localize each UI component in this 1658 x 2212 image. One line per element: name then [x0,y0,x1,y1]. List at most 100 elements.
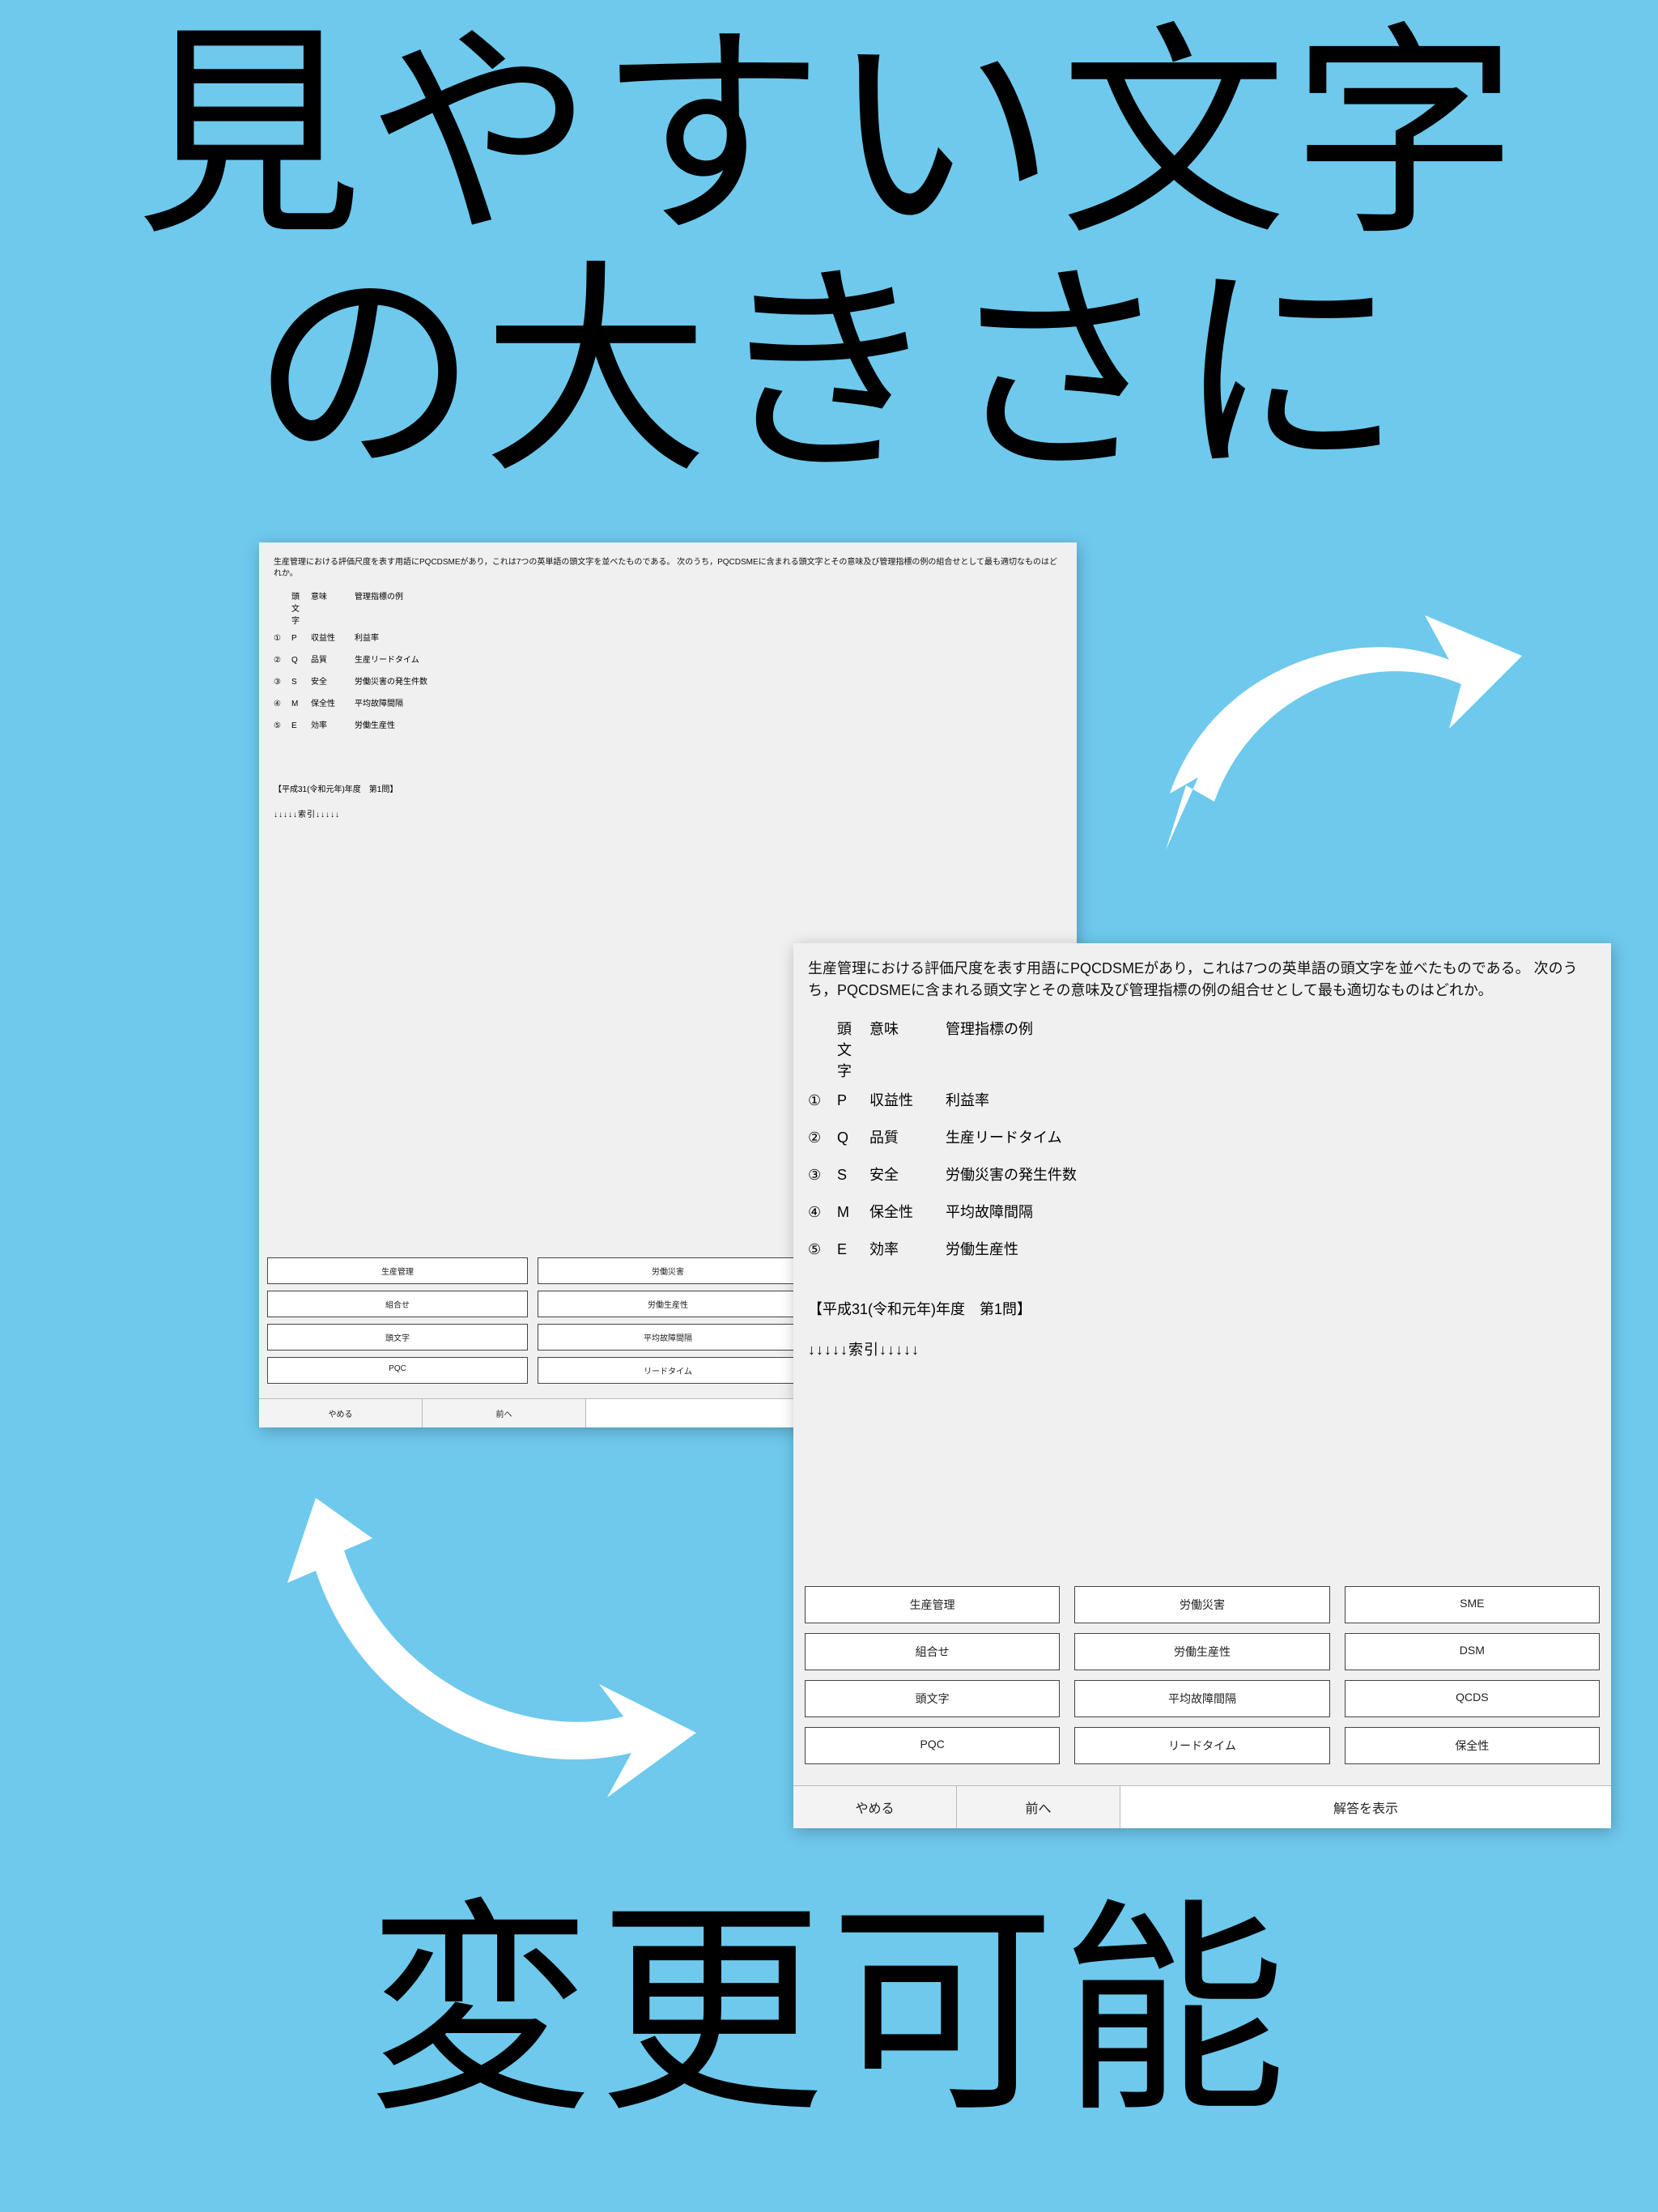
year-label: 【平成31(令和元年)年度 第1問】 [808,1298,1596,1319]
option-num: ② [808,1129,826,1146]
option-row: ②Q 品質生産リードタイム [808,1126,1596,1147]
question-text: 生産管理における評価尺度を表す用語にPQCDSMEがあり，これは7つの英単語の頭… [808,958,1596,1002]
option-letter: S [291,678,303,687]
quit-button[interactable]: やめる [259,1399,423,1427]
option-table: 頭文字 意味 管理指標の例 ①P収益性利益率②Q品質生産リードタイム③S安全労働… [808,1018,1596,1259]
answer-cell[interactable]: SME [1345,1586,1600,1623]
option-letter: E [837,1241,858,1258]
answer-cell[interactable]: DSM [1345,1633,1600,1670]
answer-cell[interactable]: 頭文字 [805,1680,1060,1717]
answer-grid: 生産管理労働災害 SME 組合せ労働生産性 DSM 頭文字平均故障間隔 QCDS PQC リー… [793,1586,1611,1785]
option-row: ②Q 品質生産リードタイム [274,653,1062,665]
answer-cell[interactable]: 生産管理 [805,1586,1060,1623]
headline-top-line2: の大きさに [251,247,1407,500]
option-row: ①P収益性利益率 [274,631,1062,643]
answer-row: 頭文字平均故障間隔 QCDS [805,1680,1600,1717]
option-example: 生産リードタイム [355,653,1062,665]
option-row: ④M保全性平均故障間隔 [808,1201,1596,1222]
prev-button[interactable]: 前へ [423,1399,586,1427]
header-letter: 頭文字 [837,1018,858,1081]
option-example: 平均故障間隔 [946,1201,1596,1222]
answer-cell[interactable]: 頭文字 [267,1324,528,1351]
question-area: 生産管理における評価尺度を表す用語にPQCDSMEがあり，これは7つの英単語の頭… [793,943,1611,1586]
answer-cell[interactable]: 生産管理 [267,1257,528,1284]
option-letter: Q [837,1129,858,1146]
answer-cell[interactable]: リードタイム [1074,1727,1329,1764]
option-num: ④ [808,1204,826,1221]
answer-cell[interactable]: 平均故障間隔 [1074,1680,1329,1717]
option-example: 利益率 [355,631,1062,643]
option-row: ③S 安全労働災害の発生件数 [808,1163,1596,1185]
answer-row: 生産管理労働災害 SME [805,1586,1600,1623]
option-meaning: 効率 [869,1238,934,1259]
option-letter: P [837,1092,858,1109]
option-row: ④M保全性平均故障間隔 [274,696,1062,708]
answer-cell[interactable]: 労働生産性 [538,1291,798,1317]
header-meaning: 意味 [311,589,346,602]
answer-cell[interactable]: QCDS [1345,1680,1600,1717]
option-num: ① [808,1092,826,1109]
header-example: 管理指標の例 [355,589,1062,602]
option-num: ⑤ [808,1241,826,1258]
option-example: 労働災害の発生件数 [946,1163,1596,1185]
headline-bottom-text: 変更可能 [367,1886,1291,2138]
header-meaning: 意味 [869,1018,934,1039]
option-example: 利益率 [946,1089,1596,1110]
answer-cell[interactable]: 労働生産性 [1074,1633,1329,1670]
answer-cell[interactable]: 平均故障間隔 [538,1324,798,1351]
index-label: ↓↓↓↓↓索引↓↓↓↓↓ [274,807,1062,819]
option-example: 労働災害の発生件数 [355,674,1062,687]
option-table: 頭文字 意味 管理指標の例 ①P収益性利益率②Q品質生産リードタイム③S安全労働… [274,589,1062,730]
answer-row: PQC リードタイム保全性 [805,1727,1600,1764]
option-meaning: 効率 [311,718,346,730]
option-row: ①P 収益性利益率 [808,1089,1596,1110]
arrow-left-icon [267,1457,696,1806]
headline-bottom: 変更可能 [0,1893,1658,2131]
arrow-right-icon [1101,567,1522,915]
option-row: ⑤E 効率労働生産性 [808,1238,1596,1259]
answer-cell[interactable]: 労働災害 [538,1257,798,1284]
option-example: 平均故障間隔 [355,696,1062,708]
question-text: 生産管理における評価尺度を表す用語にPQCDSMEがあり，これは7つの英単語の頭… [274,557,1062,580]
quit-button[interactable]: やめる [793,1786,957,1828]
option-letter: S [837,1167,858,1184]
option-header: 頭文字 意味 管理指標の例 [808,1018,1596,1081]
show-answer-button[interactable]: 解答を表示 [1120,1786,1611,1828]
header-example: 管理指標の例 [946,1018,1596,1039]
option-example: 生産リードタイム [946,1126,1596,1147]
option-num: ④ [274,700,283,708]
answer-cell[interactable]: リードタイム [538,1357,798,1384]
headline-top: 見やすい文字 の大きさに [0,16,1658,492]
option-num: ⑤ [274,721,283,730]
answer-cell[interactable]: 労働災害 [1074,1586,1329,1623]
option-meaning: 収益性 [311,631,346,643]
year-label: 【平成31(令和元年)年度 第1問】 [274,782,1062,794]
option-example: 労働生産性 [355,718,1062,730]
option-letter: M [837,1204,858,1221]
option-meaning: 品質 [869,1126,934,1147]
option-example: 労働生産性 [946,1238,1596,1259]
option-num: ② [274,656,283,665]
option-row: ③S安全労働災害の発生件数 [274,674,1062,687]
option-meaning: 安全 [869,1163,934,1185]
option-letter: Q [291,656,303,665]
answer-cell[interactable]: PQC [805,1727,1060,1764]
answer-cell[interactable]: PQC [267,1357,528,1384]
bottom-bar: やめる 前へ 解答を表示 [793,1785,1611,1828]
answer-cell[interactable]: 組合せ [805,1633,1060,1670]
answer-cell[interactable]: 組合せ [267,1291,528,1317]
header-letter: 頭文字 [291,589,303,626]
prev-button[interactable]: 前へ [957,1786,1120,1828]
option-meaning: 収益性 [869,1089,934,1110]
option-num: ③ [274,678,283,687]
option-header: 頭文字 意味 管理指標の例 [274,589,1062,626]
answer-row: 組合せ労働生産性 DSM [805,1633,1600,1670]
option-letter: E [291,721,303,730]
option-num: ③ [808,1167,826,1184]
screenshot-large-text: 生産管理における評価尺度を表す用語にPQCDSMEがあり，これは7つの英単語の頭… [793,943,1611,1828]
option-meaning: 保全性 [311,696,346,708]
option-letter: P [291,634,303,643]
option-meaning: 品質 [311,653,346,665]
answer-cell[interactable]: 保全性 [1345,1727,1600,1764]
headline-top-line1: 見やすい文字 [135,9,1523,262]
